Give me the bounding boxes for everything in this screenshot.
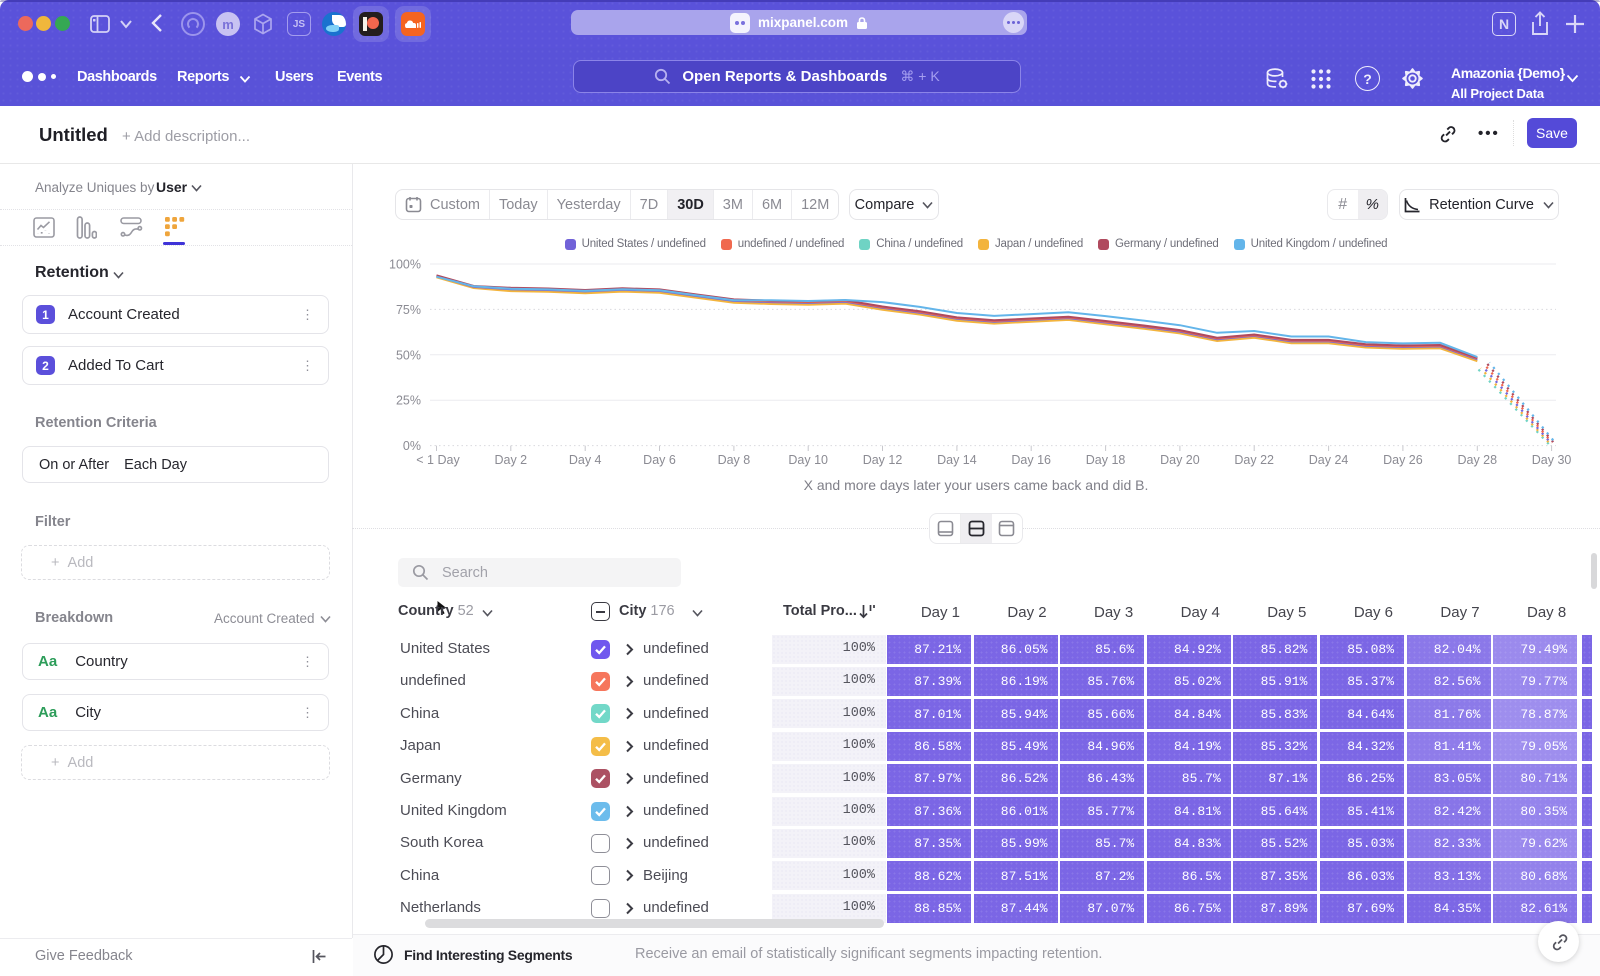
svg-text:Day 22: Day 22 [1234, 453, 1274, 467]
svg-text:Day 8: Day 8 [718, 453, 751, 467]
svg-text:Day 26: Day 26 [1383, 453, 1423, 467]
svg-text:Day 28: Day 28 [1457, 453, 1497, 467]
svg-text:Day 10: Day 10 [788, 453, 828, 467]
svg-text:Day 18: Day 18 [1086, 453, 1126, 467]
svg-text:100%: 100% [389, 258, 421, 272]
svg-text:25%: 25% [396, 394, 421, 408]
svg-text:Day 30: Day 30 [1532, 453, 1572, 467]
svg-text:Day 4: Day 4 [569, 453, 602, 467]
svg-text:50%: 50% [396, 348, 421, 362]
svg-text:75%: 75% [396, 303, 421, 317]
svg-text:Day 14: Day 14 [937, 453, 977, 467]
svg-text:Day 24: Day 24 [1309, 453, 1349, 467]
svg-text:Day 6: Day 6 [643, 453, 676, 467]
svg-text:0%: 0% [403, 439, 421, 453]
svg-text:< 1 Day: < 1 Day [416, 453, 460, 467]
svg-text:Day 16: Day 16 [1011, 453, 1051, 467]
svg-text:Day 12: Day 12 [863, 453, 903, 467]
svg-text:Day 2: Day 2 [494, 453, 527, 467]
svg-text:Day 20: Day 20 [1160, 453, 1200, 467]
